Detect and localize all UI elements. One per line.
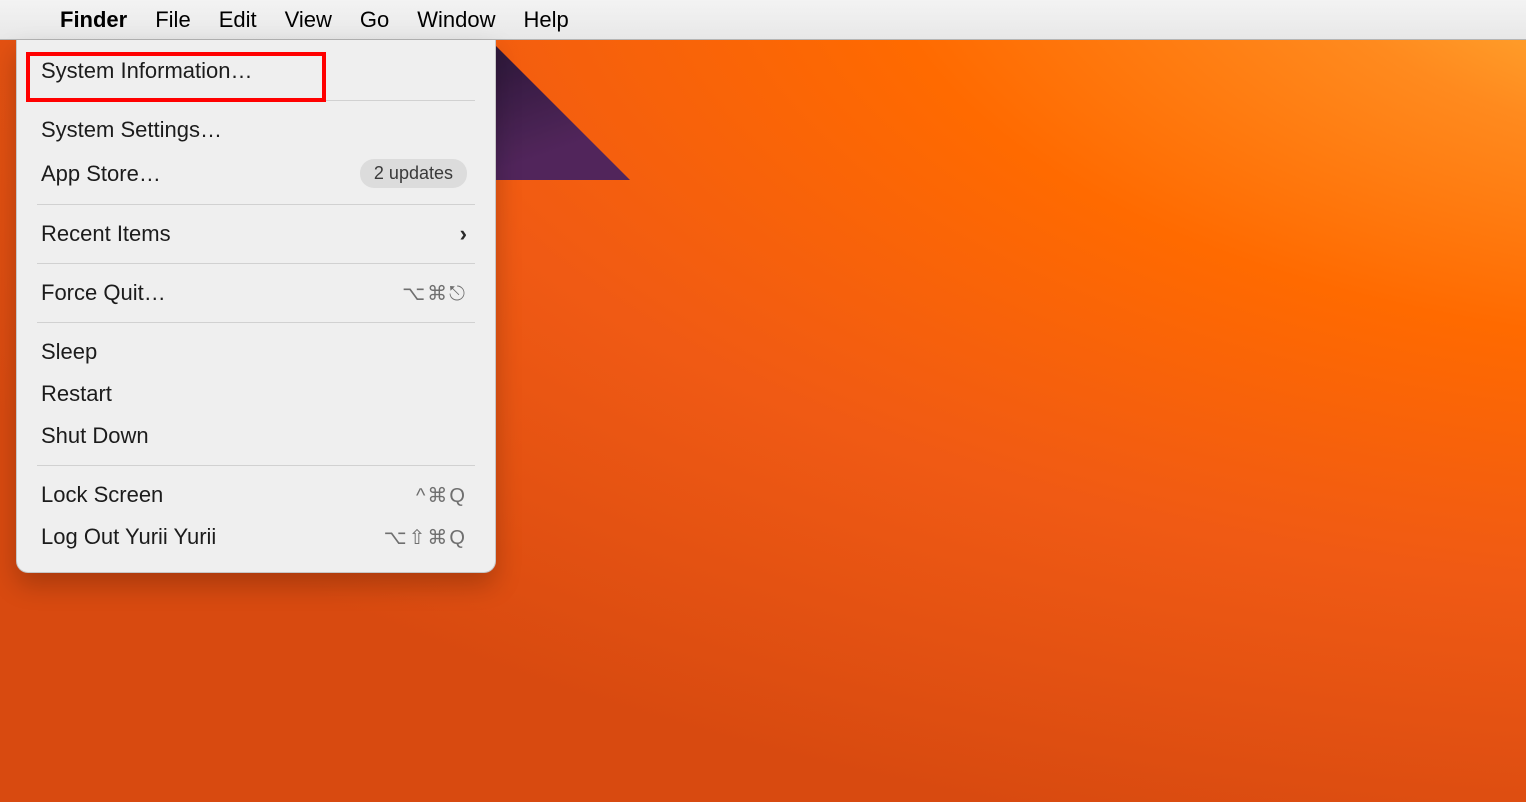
menu-item-label: Recent Items [41,221,171,247]
menu-item-label: Lock Screen [41,482,163,508]
updates-badge: 2 updates [360,159,467,188]
menubar-item-window[interactable]: Window [417,0,495,40]
menu-item-label: Shut Down [41,423,149,449]
keyboard-shortcut: ⌥⌘⎋ [402,281,467,306]
menu-item-label: App Store… [41,161,161,187]
menu-item-force-quit[interactable]: Force Quit… ⌥⌘⎋ [17,272,495,314]
menu-item-restart[interactable]: Restart [17,373,495,415]
menu-item-label: Log Out Yurii Yurii [41,524,216,550]
menubar-item-file[interactable]: File [155,0,190,40]
menubar-item-help[interactable]: Help [524,0,569,40]
menu-item-system-information[interactable]: System Information… [17,50,495,92]
keyboard-shortcut: ^⌘Q [416,483,467,508]
menu-item-label: System Settings… [41,117,222,143]
keyboard-shortcut: ⌥⇧⌘Q [384,525,467,550]
menu-separator [37,465,475,466]
menu-item-label: Sleep [41,339,97,365]
menu-separator [37,263,475,264]
menu-item-shut-down[interactable]: Shut Down [17,415,495,457]
menu-item-lock-screen[interactable]: Lock Screen ^⌘Q [17,474,495,516]
menubar-app-name[interactable]: Finder [60,0,127,40]
menu-separator [37,100,475,101]
menu-item-sleep[interactable]: Sleep [17,331,495,373]
menu-item-label: Force Quit… [41,280,166,306]
chevron-right-icon: › [460,221,467,247]
menu-item-label: Restart [41,381,112,407]
menubar-item-go[interactable]: Go [360,0,389,40]
menu-separator [37,322,475,323]
menubar-item-edit[interactable]: Edit [219,0,257,40]
menu-item-app-store[interactable]: App Store… 2 updates [17,151,495,196]
menu-item-log-out[interactable]: Log Out Yurii Yurii ⌥⇧⌘Q [17,516,495,558]
menubar: Finder File Edit View Go Window Help [0,0,1526,40]
menu-item-label: System Information… [41,58,253,84]
apple-menu-dropdown: System Information… System Settings… App… [16,40,496,573]
menu-separator [37,204,475,205]
menubar-item-view[interactable]: View [285,0,332,40]
menu-item-recent-items[interactable]: Recent Items › [17,213,495,255]
menu-item-system-settings[interactable]: System Settings… [17,109,495,151]
